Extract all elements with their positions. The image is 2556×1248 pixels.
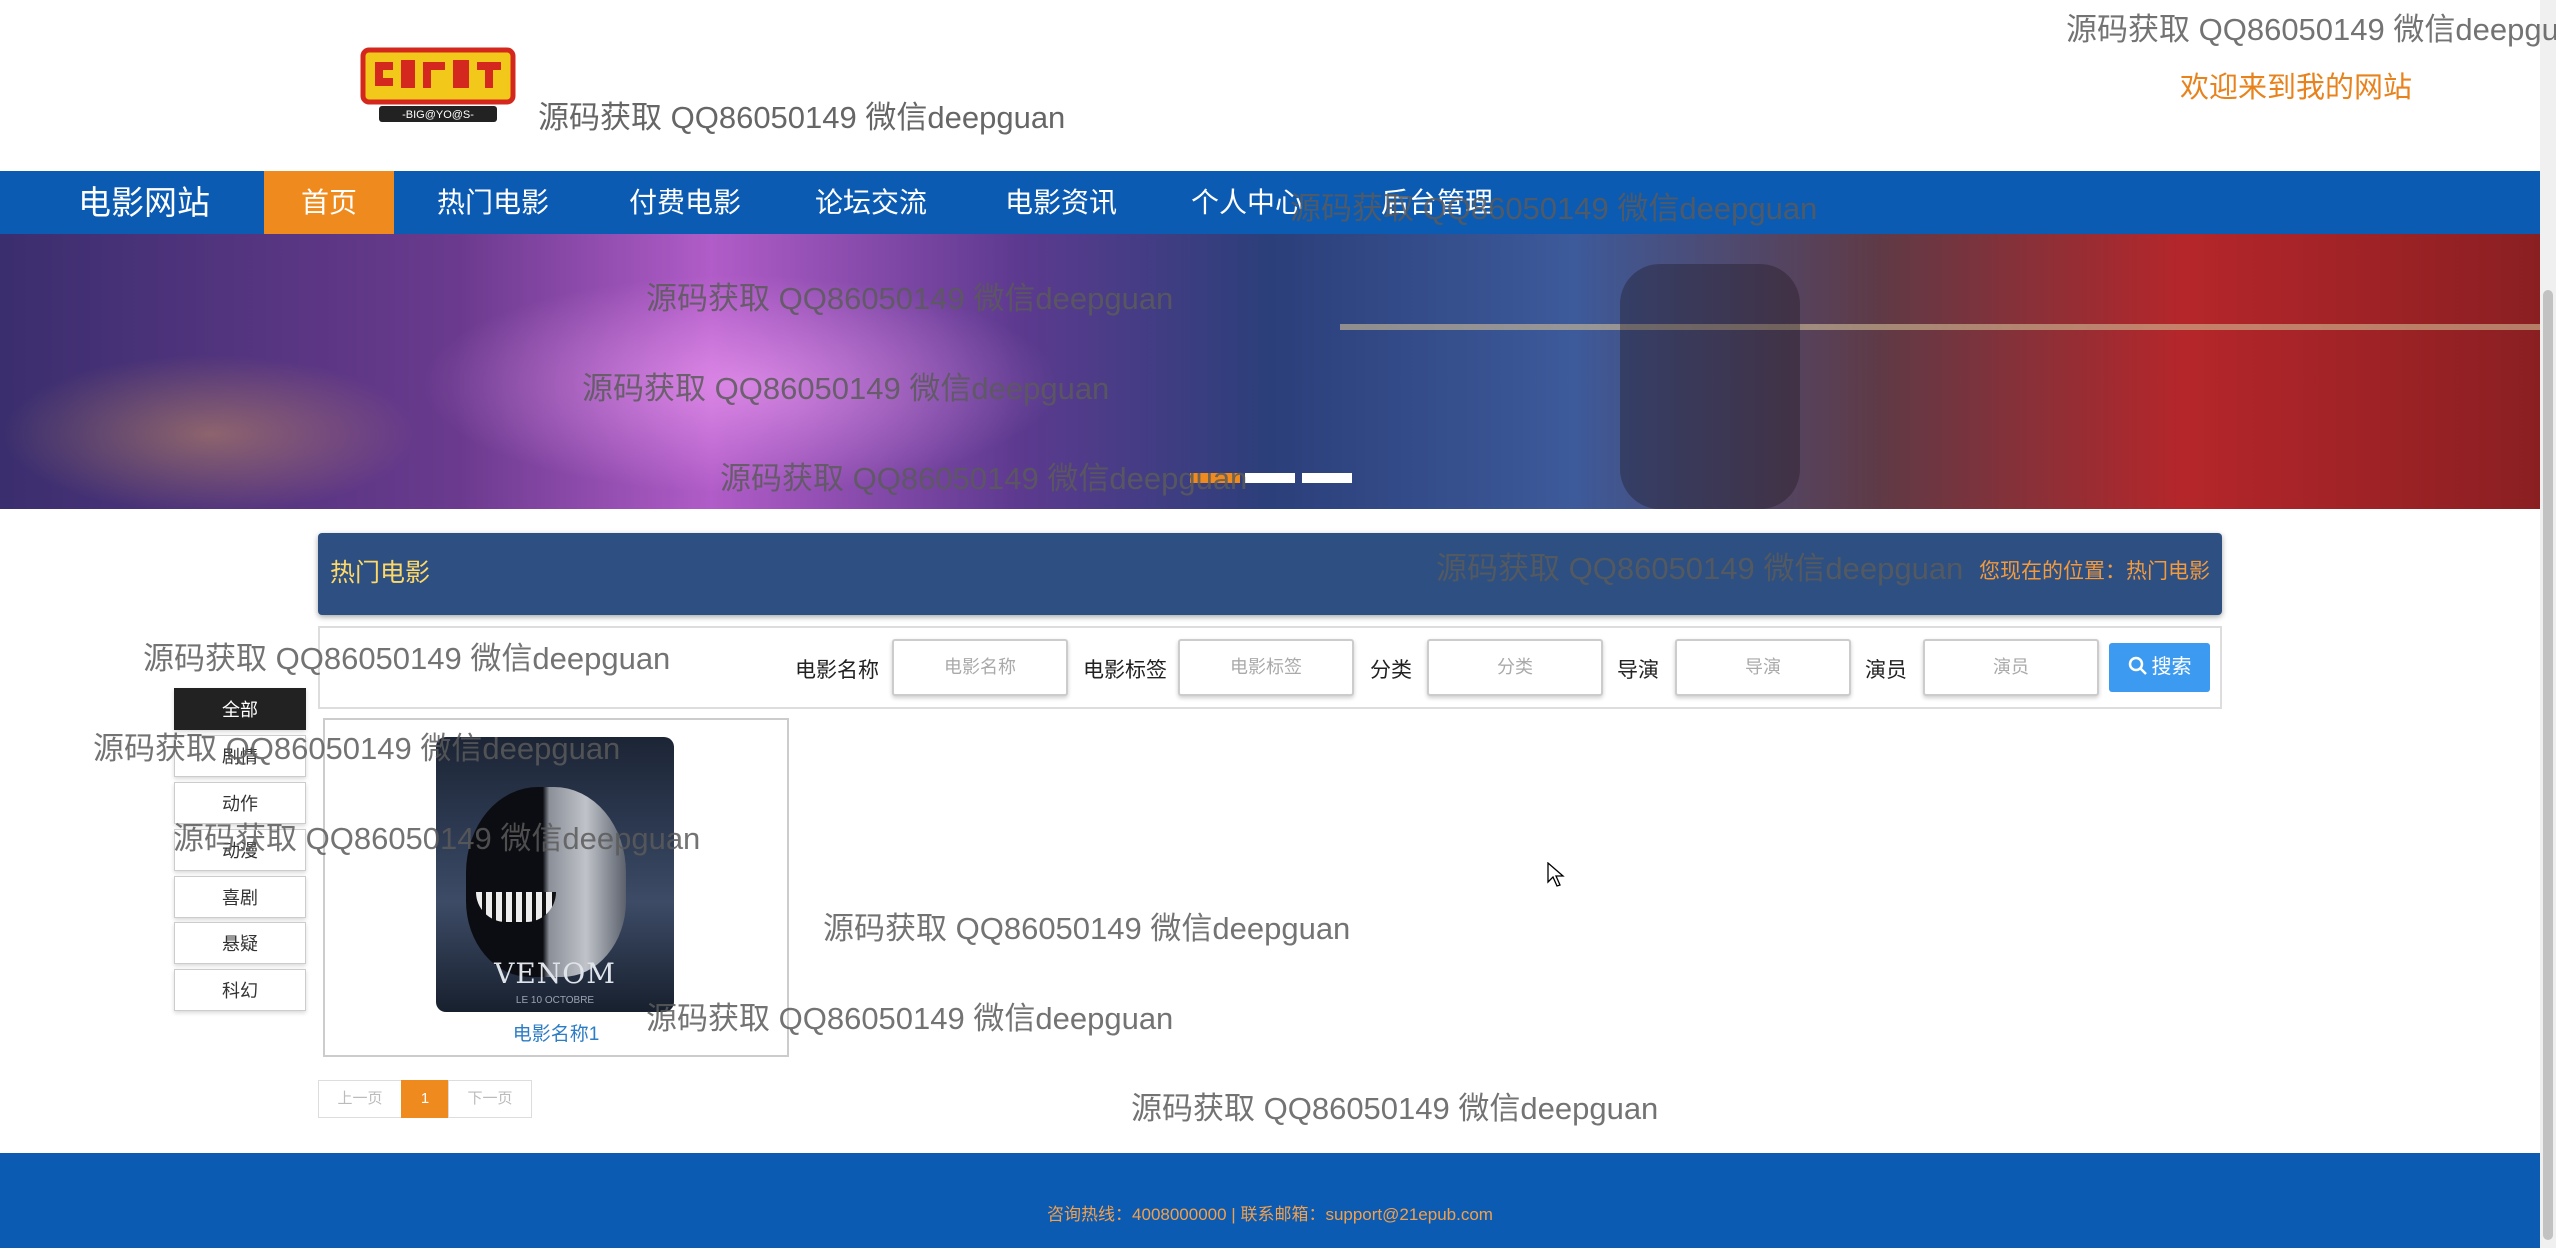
banner-image-figure (1620, 264, 1800, 509)
main-nav: 电影网站 首页 热门电影 付费电影 论坛交流 电影资讯 个人中心 后台管理 (0, 171, 2540, 234)
banner-image-rail (1340, 324, 2540, 330)
category-comedy[interactable]: 喜剧 (174, 876, 306, 918)
watermark: 源码获取 QQ86050149 微信deepguan (823, 911, 1351, 946)
movie-poster[interactable]: VENOM LE 10 OCTOBRE (436, 737, 674, 1012)
category-action[interactable]: 动作 (174, 782, 306, 824)
site-header: -BIG@YO@S- 源码获取 QQ86050149 微信deepguan 欢迎… (0, 0, 2540, 171)
banner-image-light (420, 274, 1060, 494)
pagination-next[interactable]: 下一页 (448, 1080, 532, 1118)
site-logo[interactable]: -BIG@YO@S- (357, 46, 519, 126)
movie-name-input[interactable]: 电影名称 (892, 639, 1068, 696)
nav-item-news[interactable]: 电影资讯 (990, 171, 1132, 234)
category-label: 分类 (1370, 659, 1412, 682)
movie-tag-label: 电影标签 (1083, 659, 1167, 682)
nav-item-hot-movies[interactable]: 热门电影 (422, 171, 564, 234)
nav-item-paid-movies[interactable]: 付费电影 (614, 171, 756, 234)
banner-carousel[interactable] (0, 234, 2540, 509)
section-title: 热门电影 (330, 559, 431, 587)
header-title: 源码获取 QQ86050149 微信deepguan (538, 100, 1066, 135)
breadcrumb: 您现在的位置：热门电影 (1979, 560, 2210, 583)
category-all[interactable]: 全部 (174, 688, 306, 730)
poster-subtitle: LE 10 OCTOBRE (515, 995, 595, 1006)
carousel-dot-1[interactable] (1190, 473, 1240, 483)
category-input[interactable]: 分类 (1427, 639, 1603, 696)
nav-brand[interactable]: 电影网站 (78, 171, 210, 234)
nav-item-home[interactable]: 首页 (264, 171, 394, 234)
movie-tag-input[interactable]: 电影标签 (1178, 639, 1354, 696)
director-label: 导演 (1617, 659, 1659, 682)
movie-name-link[interactable]: 电影名称1 (323, 1019, 789, 1046)
section-title-bar: 热门电影 您现在的位置：热门电影 (318, 533, 2222, 615)
actor-input[interactable]: 演员 (1923, 639, 2099, 696)
search-button[interactable]: 搜索 (2109, 643, 2210, 692)
category-anime[interactable]: 动漫 (174, 829, 306, 871)
scrollbar-thumb[interactable] (2543, 290, 2553, 1240)
category-suspense[interactable]: 悬疑 (174, 922, 306, 964)
mouse-cursor-icon (1547, 862, 1565, 887)
pagination-page-1[interactable]: 1 (401, 1080, 449, 1118)
footer-contact: 咨询热线：4008000000 | 联系邮箱：support@21epub.co… (1047, 1205, 1493, 1224)
poster-face-art (466, 787, 626, 977)
search-icon (2128, 656, 2147, 675)
pagination-prev[interactable]: 上一页 (318, 1080, 402, 1118)
watermark: 源码获取 QQ86050149 微信deepguan (1131, 1091, 1659, 1126)
svg-text:-BIG@YO@S-: -BIG@YO@S- (402, 109, 474, 121)
nav-item-admin[interactable]: 后台管理 (1366, 171, 1508, 234)
poster-title: VENOM (494, 957, 616, 990)
director-input[interactable]: 导演 (1675, 639, 1851, 696)
carousel-dot-3[interactable] (1302, 473, 1352, 483)
search-button-label: 搜索 (2151, 656, 2192, 678)
category-drama[interactable]: 剧情 (174, 735, 306, 777)
nav-item-profile[interactable]: 个人中心 (1176, 171, 1318, 234)
site-footer: 咨询热线：4008000000 | 联系邮箱：support@21epub.co… (0, 1153, 2540, 1248)
nav-item-forum[interactable]: 论坛交流 (800, 171, 942, 234)
category-scifi[interactable]: 科幻 (174, 969, 306, 1011)
welcome-text: 欢迎来到我的网站 (2180, 72, 2413, 104)
movie-name-label: 电影名称 (795, 659, 879, 682)
actor-label: 演员 (1865, 659, 1907, 682)
carousel-dot-2[interactable] (1245, 473, 1295, 483)
page-scrollbar[interactable] (2540, 0, 2556, 1248)
banner-image-glow (0, 354, 420, 509)
